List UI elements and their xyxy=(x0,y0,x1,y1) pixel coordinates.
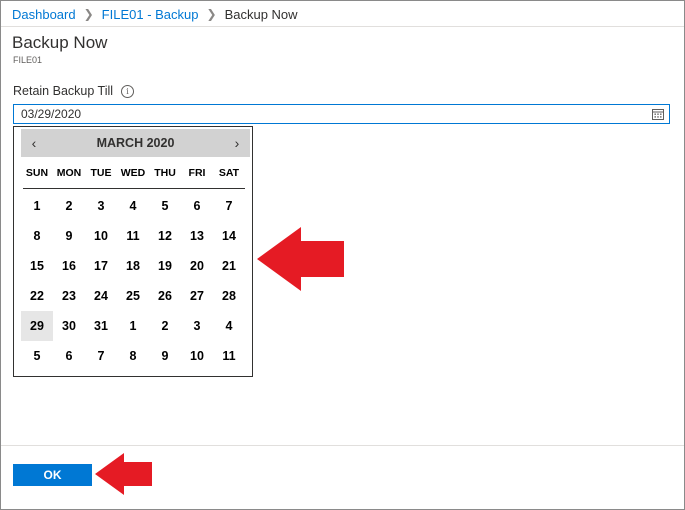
weekday-label: MON xyxy=(56,167,82,179)
header-divider xyxy=(1,26,684,27)
calendar-week-row: 8 9 10 11 12 13 14 xyxy=(21,221,250,251)
calendar-day[interactable]: 11 xyxy=(213,341,245,371)
breadcrumb-file01-backup-link[interactable]: FILE01 - Backup xyxy=(102,7,199,22)
weekday-label: TUE xyxy=(90,167,112,179)
calendar-day[interactable]: 6 xyxy=(181,191,213,221)
calendar-day[interactable]: 19 xyxy=(149,251,181,281)
calendar-week-row: 1234567 xyxy=(21,191,250,221)
calendar-day[interactable]: 6 xyxy=(53,341,85,371)
weekday-label: THU xyxy=(154,167,176,179)
retain-backup-till-field xyxy=(13,104,670,124)
weekday-divider xyxy=(23,188,245,189)
calendar-day[interactable]: 31 xyxy=(85,311,117,341)
chevron-right-icon: ❯ xyxy=(83,7,94,21)
page-subtitle: FILE01 xyxy=(13,55,43,65)
calendar-day[interactable]: 20 xyxy=(181,251,213,281)
weekday-label: SUN xyxy=(25,167,49,179)
chevron-right-icon: ❯ xyxy=(206,7,217,21)
calendar-day[interactable]: 22 xyxy=(21,281,53,311)
red-arrow-left-icon xyxy=(257,227,344,291)
calendar-day[interactable]: 16 xyxy=(53,251,85,281)
calendar-day[interactable]: 7 xyxy=(213,191,245,221)
calendar-day[interactable]: 15 xyxy=(21,251,53,281)
retain-date-input[interactable] xyxy=(14,105,621,123)
calendar-day[interactable]: 17 xyxy=(85,251,117,281)
weekday-header: SUN MON TUE WED THU FRI SAT xyxy=(21,167,250,179)
calendar-day[interactable]: 21 xyxy=(213,251,245,281)
calendar-day[interactable]: 8 xyxy=(117,341,149,371)
chevron-right-icon[interactable]: › xyxy=(226,129,248,157)
calendar-day-grid: 1 2 3 4 5 6 7 8 9 10 11 12 13 14 15 16 17 18 19 20 21 22 23 24 2… xyxy=(21,191,250,371)
weekday-label: FRI xyxy=(188,167,206,179)
calendar-day[interactable]: 10 xyxy=(85,221,117,251)
red-arrow-left-icon xyxy=(95,453,152,495)
chevron-left-icon[interactable]: ‹ xyxy=(23,129,45,157)
calendar-week-row: 29 30 31 1 2 3 4 xyxy=(21,311,250,341)
backup-now-blade: Dashboard ❯ FILE01 - Backup ❯ Backup Now… xyxy=(0,0,685,510)
calendar-day[interactable]: 3 xyxy=(181,311,213,341)
field-label-text: Retain Backup Till xyxy=(13,84,114,98)
calendar-day[interactable]: 7 xyxy=(85,341,117,371)
calendar-day[interactable]: 28 xyxy=(213,281,245,311)
calendar-day[interactable]: 2 xyxy=(149,311,181,341)
calendar-day[interactable]: 25 xyxy=(117,281,149,311)
calendar-day[interactable]: 9 xyxy=(53,221,85,251)
calendar-month-label: MARCH 2020 xyxy=(96,136,175,150)
page-title: Backup Now xyxy=(12,33,108,52)
calendar-day[interactable]: 2 xyxy=(53,191,85,221)
calendar-day[interactable]: 5 xyxy=(149,191,181,221)
breadcrumb: Dashboard ❯ FILE01 - Backup ❯ Backup Now xyxy=(12,6,298,22)
calendar-day[interactable]: 3 xyxy=(85,191,117,221)
calendar-day[interactable]: 24 xyxy=(85,281,117,311)
breadcrumb-current: Backup Now xyxy=(224,6,298,22)
calendar-day[interactable]: 23 xyxy=(53,281,85,311)
calendar-header: MARCH 2020 ‹ › xyxy=(21,129,250,157)
weekday-label: WED xyxy=(120,167,146,179)
calendar-day[interactable]: 13 xyxy=(181,221,213,251)
calendar-day[interactable]: 12 xyxy=(149,221,181,251)
calendar-week-row: 15 16 17 18 19 20 21 xyxy=(21,251,250,281)
calendar-day[interactable]: 14 xyxy=(213,221,245,251)
calendar-day[interactable]: 1 xyxy=(117,311,149,341)
footer-divider xyxy=(1,445,684,446)
calendar-day[interactable]: 10 xyxy=(181,341,213,371)
info-icon[interactable]: i xyxy=(121,84,135,98)
ok-button[interactable]: OK xyxy=(13,464,92,486)
calendar-day[interactable]: 9 xyxy=(149,341,181,371)
calendar-day[interactable]: 4 xyxy=(117,191,149,221)
calendar-day[interactable]: 8 xyxy=(21,221,53,251)
calendar-day[interactable]: 11 xyxy=(117,221,149,251)
calendar-day[interactable]: 26 xyxy=(149,281,181,311)
calendar-week-row: 5 6 7 8 9 10 11 xyxy=(21,341,250,371)
calendar-day[interactable]: 27 xyxy=(181,281,213,311)
calendar-day[interactable]: 18 xyxy=(117,251,149,281)
calendar-day[interactable]: 5 xyxy=(21,341,53,371)
retain-backup-till-label: Retain Backup Till i xyxy=(13,84,135,98)
calendar-day[interactable]: 1 xyxy=(21,191,53,221)
weekday-label: SAT xyxy=(218,167,240,179)
calendar-day[interactable]: 4 xyxy=(213,311,245,341)
calendar-day[interactable]: 30 xyxy=(53,311,85,341)
calendar-icon[interactable] xyxy=(652,108,664,120)
date-picker-calendar: MARCH 2020 ‹ › SUN MON TUE WED THU FRI S… xyxy=(13,126,253,377)
calendar-week-row: 22 23 24 25 26 27 28 xyxy=(21,281,250,311)
calendar-day-selected[interactable]: 29 xyxy=(21,311,53,341)
breadcrumb-dashboard-link[interactable]: Dashboard xyxy=(12,7,76,22)
